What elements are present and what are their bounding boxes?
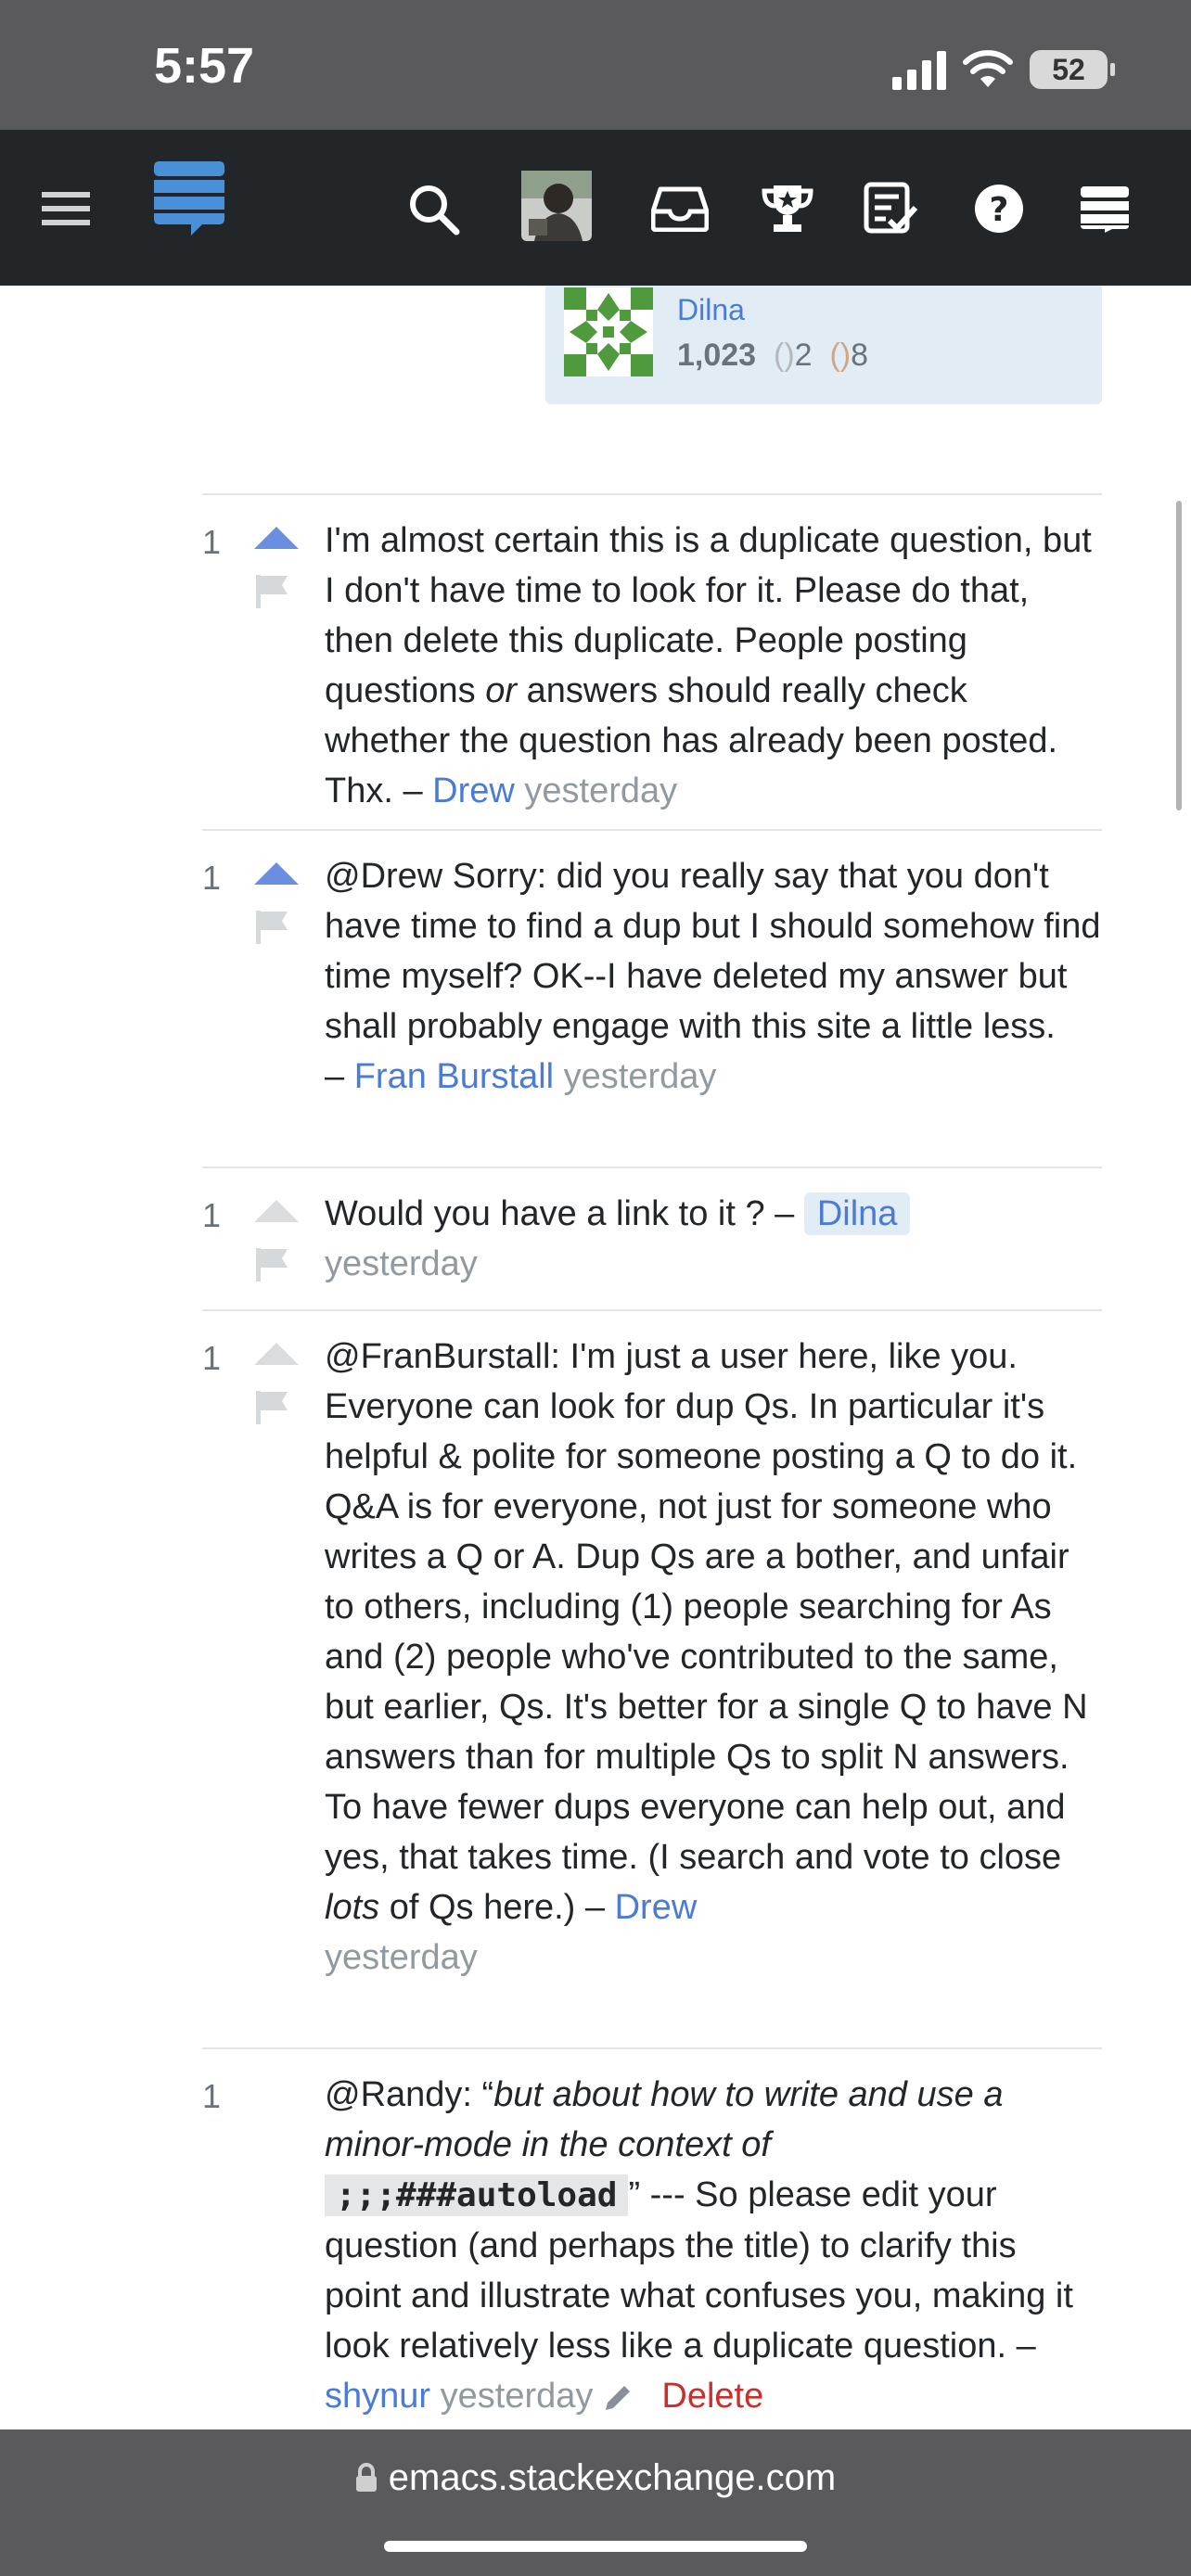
comment-user-link[interactable]: Drew — [432, 772, 515, 810]
comment-body: @Randy: “but about how to write and use … — [325, 2049, 1102, 2432]
flag-icon[interactable] — [254, 1246, 291, 1283]
wifi-icon — [963, 50, 1013, 87]
help-icon[interactable]: ? — [967, 176, 1031, 241]
comment-text: @Randy: “ — [325, 2075, 494, 2114]
url-display[interactable]: emacs.stackexchange.com — [0, 2457, 1191, 2499]
comment: 1 I'm almost certain this is a duplicate… — [202, 495, 1102, 831]
user-avatar[interactable] — [521, 171, 592, 241]
lock-icon — [355, 2463, 377, 2492]
achievements-icon[interactable] — [755, 176, 820, 241]
status-bar: 5:57 52 — [0, 0, 1191, 130]
comment-timestamp[interactable]: yesterday — [564, 1057, 717, 1096]
comment-score: 1 — [202, 2077, 222, 2115]
svg-text:?: ? — [990, 191, 1009, 229]
top-navigation-bar: ? — [0, 130, 1191, 286]
flag-icon[interactable] — [254, 909, 291, 946]
silver-badge-count: 2 — [794, 338, 813, 373]
comment-body: I'm almost certain this is a duplicate q… — [325, 495, 1102, 827]
delete-comment-link[interactable]: Delete — [661, 2377, 763, 2416]
comment-score: 1 — [202, 1339, 222, 1377]
upvote-comment-button[interactable] — [254, 527, 299, 549]
comment-emphasis: or — [485, 671, 518, 710]
comment-timestamp[interactable]: yesterday — [524, 772, 677, 810]
comment-text: @Drew Sorry: did you really say that you… — [325, 857, 1101, 1046]
comment-emphasis: lots — [325, 1888, 380, 1927]
comment-body: @FranBurstall: I'm just a user here, lik… — [325, 1311, 1102, 1994]
status-icons: 52 — [892, 46, 1115, 93]
menu-icon[interactable] — [33, 176, 98, 241]
comment-user-link-op[interactable]: Dilna — [803, 1192, 911, 1235]
comment: 1 @Randy: “but about how to write and us… — [202, 2049, 1102, 2432]
user-reputation-line: 1,023 ()2 ()8 — [677, 338, 868, 374]
url-text: emacs.stackexchange.com — [388, 2457, 837, 2498]
user-name[interactable]: Dilna — [677, 293, 745, 327]
comment: 1 Would you have a link to it ? – Dilna y… — [202, 1168, 1102, 1311]
inbox-icon[interactable] — [647, 176, 712, 241]
comment-user-link[interactable]: Drew — [615, 1888, 698, 1927]
user-card: Dilna 1,023 ()2 ()8 — [545, 286, 1102, 404]
comment-timestamp[interactable]: yesterday — [325, 1938, 478, 1977]
comment-timestamp[interactable]: yesterday — [441, 2377, 594, 2416]
flag-icon[interactable] — [254, 573, 291, 610]
flag-icon[interactable] — [254, 1389, 291, 1426]
stack-exchange-logo[interactable] — [152, 161, 226, 236]
home-indicator[interactable] — [384, 2541, 807, 2552]
cellular-signal-icon — [892, 49, 946, 90]
scrollbar[interactable] — [1176, 501, 1182, 810]
site-switcher-icon[interactable] — [1072, 176, 1137, 241]
comment-user-link[interactable]: shynur — [325, 2377, 430, 2416]
bronze-badge-count: 8 — [851, 338, 869, 373]
battery-indicator: 52 — [1030, 50, 1115, 89]
comment-score: 1 — [202, 859, 222, 897]
upvote-comment-button[interactable] — [254, 1200, 299, 1222]
comment-score: 1 — [202, 1196, 222, 1234]
comment-user-link[interactable]: Fran Burstall — [354, 1057, 554, 1096]
bronze-badge-icon: () — [821, 338, 852, 373]
comment-text: Would you have a link to it ? – — [325, 1194, 804, 1233]
comment: 1 @FranBurstall: I'm just a user here, l… — [202, 1311, 1102, 2049]
comment-body: @Drew Sorry: did you really say that you… — [325, 831, 1102, 1113]
browser-address-bar[interactable]: emacs.stackexchange.com — [0, 2429, 1191, 2576]
review-icon[interactable] — [859, 176, 924, 241]
comment-score: 1 — [202, 523, 222, 561]
upvote-comment-button[interactable] — [254, 1343, 299, 1365]
upvote-comment-button[interactable] — [254, 862, 299, 885]
comment-body: Would you have a link to it ? – Dilna yes… — [325, 1168, 1102, 1300]
comment-timestamp[interactable]: yesterday — [325, 1244, 478, 1283]
user-identicon[interactable] — [564, 287, 653, 376]
edit-comment-icon[interactable] — [602, 2382, 634, 2414]
comment-text: @FranBurstall: I'm just a user here, lik… — [325, 1337, 1088, 1877]
silver-badge-icon: () — [764, 338, 795, 373]
comment-dash: – — [325, 1057, 354, 1096]
status-time: 5:57 — [154, 38, 255, 94]
comments-list: 1 I'm almost certain this is a duplicate… — [202, 493, 1102, 2432]
comment-text: of Qs here.) – — [379, 1888, 615, 1927]
reputation-score: 1,023 — [677, 338, 757, 373]
comment-code: ;;;###autoload — [325, 2174, 629, 2216]
comment: 1 @Drew Sorry: did you really say that y… — [202, 831, 1102, 1168]
search-icon[interactable] — [401, 176, 466, 241]
